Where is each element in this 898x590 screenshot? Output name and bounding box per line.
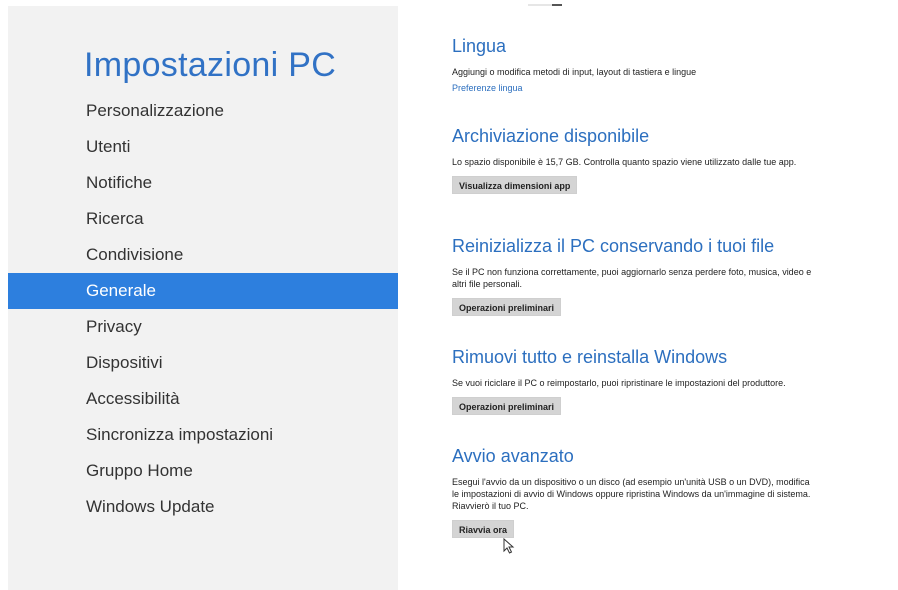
- nav-item-ricerca[interactable]: Ricerca: [8, 201, 398, 237]
- section-title-lingua: Lingua: [452, 36, 507, 56]
- section-title-reinizializza: Reinizializza il PC conservando i tuoi f…: [452, 236, 775, 256]
- section-desc-reinizializza: Se il PC non funziona correttamente, puo…: [452, 267, 812, 289]
- section-desc-rimuovi: Se vuoi riciclare il PC o reimpostarlo, …: [452, 378, 786, 388]
- section-title-archiviazione: Archiviazione disponibile: [452, 126, 650, 146]
- nav-item-personalizzazione[interactable]: Personalizzazione: [8, 93, 398, 129]
- nav-item-accessibilita[interactable]: Accessibilità: [8, 381, 398, 417]
- refresh-pc-start-button[interactable]: Operazioni preliminari: [452, 298, 562, 316]
- page-title: Impostazioni PC: [84, 46, 337, 84]
- nav-item-dispositivi[interactable]: Dispositivi: [8, 345, 398, 381]
- section-desc-avvio-avanzato: Esegui l'avvio da un dispositivo o un di…: [452, 477, 811, 511]
- section-archiviazione: Archiviazione disponibile Lo spazio disp…: [452, 126, 882, 194]
- section-rimuovi: Rimuovi tutto e reinstalla Windows Se vu…: [452, 347, 882, 415]
- section-avvio-avanzato: Avvio avanzato Esegui l'avvio da un disp…: [452, 446, 882, 538]
- mouse-pointer-icon: [503, 538, 515, 554]
- section-title-avvio-avanzato: Avvio avanzato: [452, 446, 574, 466]
- section-title-rimuovi: Rimuovi tutto e reinstalla Windows: [452, 347, 728, 367]
- scroll-thumb: [552, 4, 562, 6]
- language-preferences-link[interactable]: Preferenze lingua: [452, 83, 523, 93]
- settings-navigation-pane: Impostazioni PC Personalizzazione Utenti…: [8, 6, 398, 590]
- nav-item-privacy[interactable]: Privacy: [8, 309, 398, 345]
- reset-pc-start-button[interactable]: Operazioni preliminari: [452, 397, 562, 415]
- section-reinizializza: Reinizializza il PC conservando i tuoi f…: [452, 236, 882, 316]
- restart-now-button[interactable]: Riavvia ora: [452, 520, 515, 538]
- nav-item-notifiche[interactable]: Notifiche: [8, 165, 398, 201]
- nav-item-condivisione[interactable]: Condivisione: [8, 237, 398, 273]
- nav-item-windows-update[interactable]: Windows Update: [8, 489, 398, 525]
- section-desc-archiviazione: Lo spazio disponibile è 15,7 GB. Control…: [452, 157, 797, 167]
- section-lingua: Lingua Aggiungi o modifica metodi di inp…: [452, 36, 882, 96]
- scroll-indicator: [528, 0, 562, 6]
- nav-item-utenti[interactable]: Utenti: [8, 129, 398, 165]
- settings-category-list: Personalizzazione Utenti Notifiche Ricer…: [8, 93, 398, 525]
- nav-item-generale[interactable]: Generale: [8, 273, 398, 309]
- view-app-sizes-button[interactable]: Visualizza dimensioni app: [452, 176, 578, 194]
- nav-item-sincronizza-impostazioni[interactable]: Sincronizza impostazioni: [8, 417, 398, 453]
- nav-item-gruppo-home[interactable]: Gruppo Home: [8, 453, 398, 489]
- section-desc-lingua: Aggiungi o modifica metodi di input, lay…: [452, 67, 697, 77]
